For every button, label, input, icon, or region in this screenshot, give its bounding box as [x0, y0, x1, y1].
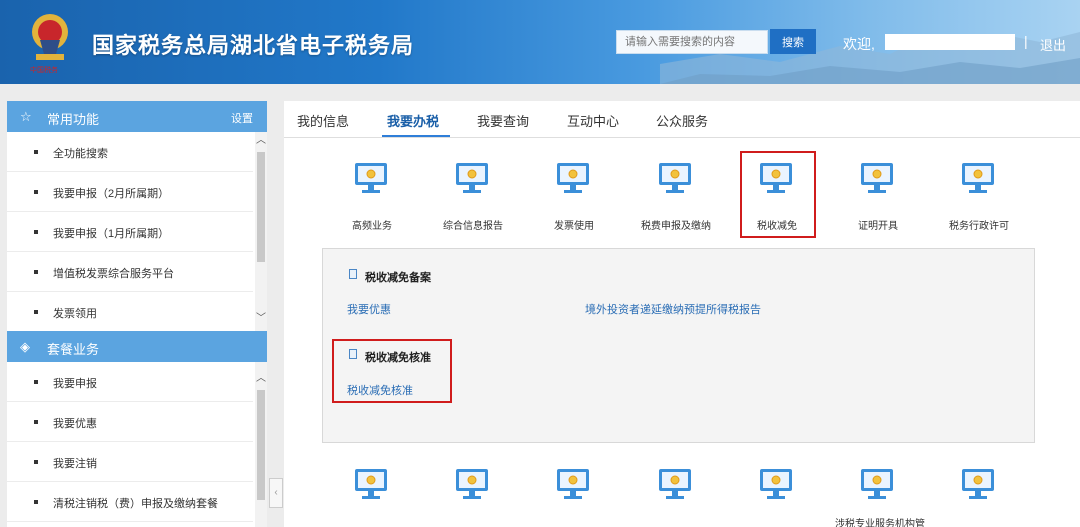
function-item[interactable]: 证明开具 — [828, 101, 928, 232]
function-item[interactable] — [626, 407, 726, 499]
monitor-icon — [354, 161, 388, 200]
function-label: 税费申报及缴纳 — [641, 221, 711, 232]
monitor-icon — [354, 467, 388, 506]
sidebar-item[interactable]: 我要优惠 — [7, 402, 253, 442]
settings-link[interactable]: 设置 — [231, 110, 253, 126]
function-item[interactable] — [727, 407, 827, 499]
bullet-icon — [34, 420, 38, 424]
sidebar: ☆ 常用功能 设置 全功能搜索 我要申报（2月所属期） 我要申报（1月所属期） … — [7, 101, 267, 527]
common-functions-title: 常用功能 — [47, 112, 100, 127]
sidebar-item[interactable]: 增值税发票综合服务平台 — [7, 252, 253, 292]
sidebar-item-label: 我要申报（1月所属期） — [53, 228, 170, 240]
tax-emblem-logo: 中国税务 — [30, 14, 68, 74]
bullet-icon — [34, 190, 38, 194]
header-divider: | — [1024, 33, 1028, 49]
collapse-sidebar-button[interactable]: ‹ — [269, 478, 283, 508]
welcome-text: 欢迎, — [843, 36, 875, 52]
sidebar-item-label: 我要优惠 — [53, 418, 97, 430]
function-item[interactable]: 税费申报及缴纳 — [626, 101, 726, 232]
scroll-up-icon[interactable]: ︿ — [255, 372, 267, 386]
bullet-icon — [34, 310, 38, 314]
package-services-title: 套餐业务 — [47, 342, 100, 357]
scroll-up-icon[interactable]: ︿ — [255, 134, 267, 148]
monitor-icon — [860, 161, 894, 200]
function-item[interactable]: 发票使用 — [524, 101, 624, 232]
highlight-box-approval — [332, 339, 452, 403]
site-title: 国家税务总局湖北省电子税务局 — [92, 33, 415, 58]
layers-icon: ◈ — [20, 339, 30, 354]
sidebar-item-label: 全功能搜索 — [53, 148, 108, 160]
sidebar-item-label: 我要注销 — [53, 458, 97, 470]
monitor-icon — [455, 467, 489, 506]
bullet-icon — [34, 270, 38, 274]
sidebar-item-label: 我要申报 — [53, 378, 97, 390]
star-icon: ☆ — [20, 109, 32, 124]
package-services-header[interactable]: ◈ 套餐业务 — [7, 331, 267, 362]
package-scrollbar[interactable]: ︿ — [255, 362, 267, 527]
link-my-preference[interactable]: 我要优惠 — [347, 301, 391, 317]
function-item[interactable]: 高频业务 — [322, 101, 422, 232]
sidebar-item[interactable]: 发票领用 — [7, 292, 253, 332]
function-item[interactable]: 综合信息报告 — [423, 101, 523, 232]
monitor-icon — [860, 467, 894, 506]
logout-link[interactable]: 退出 — [1040, 35, 1066, 54]
bullet-icon — [34, 380, 38, 384]
bullet-icon — [34, 460, 38, 464]
monitor-icon — [658, 467, 692, 506]
function-item[interactable] — [929, 407, 1029, 499]
function-label: 综合信息报告 — [443, 221, 503, 232]
function-label: 证明开具 — [858, 221, 898, 232]
sidebar-scrollbar[interactable]: ︿ ﹀ — [255, 132, 267, 332]
monitor-icon — [961, 467, 995, 506]
section-filing-title: 税收减免备案 — [365, 272, 431, 284]
monitor-icon — [556, 467, 590, 506]
bullet-icon — [34, 230, 38, 234]
sidebar-item[interactable]: 我要申报 — [7, 362, 253, 402]
sidebar-item-label: 我要申报（2月所属期） — [53, 188, 170, 200]
function-label: 发票使用 — [554, 221, 594, 232]
function-label: 高频业务 — [352, 221, 392, 232]
sidebar-item[interactable]: 清税注销税（费）申报及缴纳套餐 — [7, 482, 253, 522]
site-header: 中国税务 国家税务总局湖北省电子税务局 搜索 欢迎, | 退出 — [0, 0, 1080, 84]
monitor-icon — [961, 161, 995, 200]
search-input[interactable] — [616, 30, 768, 54]
sidebar-item-label: 清税注销税（费）申报及缴纳套餐 — [53, 498, 218, 510]
sidebar-item[interactable]: 我要注销 — [7, 442, 253, 482]
function-item[interactable] — [322, 407, 422, 499]
sidebar-item-label: 发票领用 — [53, 308, 97, 320]
function-item[interactable]: 税务行政许可 — [929, 101, 1029, 232]
highlight-box-tax-relief — [740, 151, 816, 238]
username-redacted — [885, 34, 1015, 50]
sidebar-item[interactable]: 全功能搜索 — [7, 132, 253, 172]
monitor-icon — [658, 161, 692, 200]
common-functions-header[interactable]: ☆ 常用功能 设置 — [7, 101, 267, 132]
monitor-icon — [556, 161, 590, 200]
scroll-down-icon[interactable]: ﹀ — [255, 312, 267, 326]
function-item[interactable] — [828, 407, 928, 499]
document-icon — [349, 269, 357, 279]
sidebar-item-label: 增值税发票综合服务平台 — [53, 268, 174, 280]
sidebar-item[interactable]: 我要申报（2月所属期） — [7, 172, 253, 212]
scroll-thumb[interactable] — [257, 152, 265, 262]
function-item[interactable] — [524, 407, 624, 499]
bullet-icon — [34, 500, 38, 504]
link-foreign-investor-report[interactable]: 境外投资者递延缴纳预提所得税报告 — [585, 301, 761, 317]
search-button[interactable]: 搜索 — [770, 29, 816, 54]
partial-function-label: 涉税专业服务机构管 — [835, 519, 925, 527]
function-item[interactable] — [423, 407, 523, 499]
scroll-thumb[interactable] — [257, 390, 265, 500]
sidebar-item[interactable]: 我要申报（1月所属期） — [7, 212, 253, 252]
svg-text:中国税务: 中国税务 — [30, 65, 58, 74]
bullet-icon — [34, 150, 38, 154]
function-label: 税务行政许可 — [949, 221, 1009, 232]
monitor-icon — [759, 467, 793, 506]
monitor-icon — [455, 161, 489, 200]
main-content: 我的信息 我要办税 我要查询 互动中心 公众服务 高频业务 综合信息报告 发票使用税… — [284, 101, 1080, 527]
